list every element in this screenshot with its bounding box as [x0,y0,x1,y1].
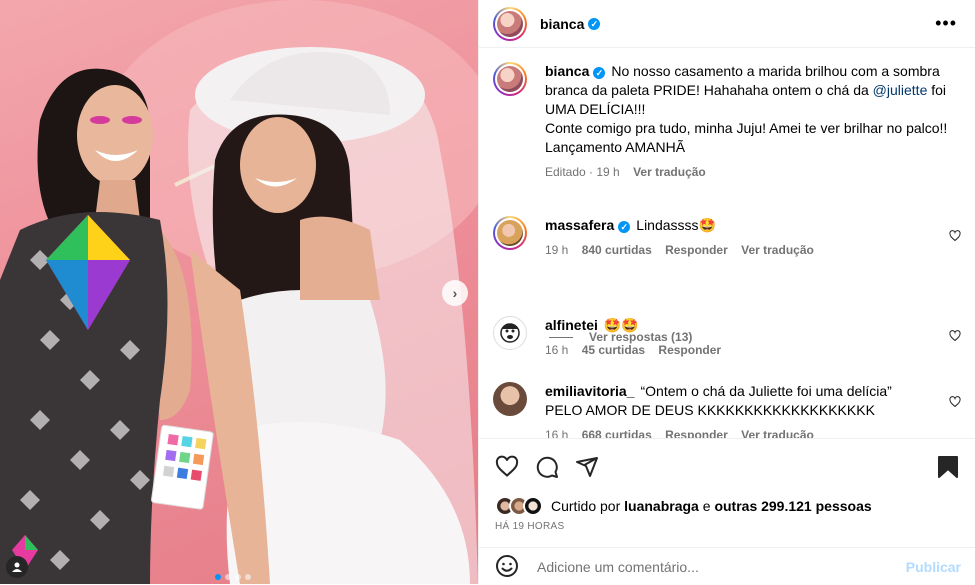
tagged-users-button[interactable] [6,556,28,578]
share-icon[interactable] [575,455,599,479]
reply-button[interactable]: Responder [665,428,728,438]
liked-by-user[interactable]: luanabraga [624,498,699,514]
caption-edited-time: Editado · 19 h [545,165,620,179]
caption-line-3: Lançamento AMANHÃ [545,139,686,155]
post-image[interactable]: › [0,0,478,584]
comment-likes[interactable]: 45 curtidas [582,343,645,357]
post-detail-panel: bianca ✓ ••• bianca ✓ No nosso casamento a… [478,0,975,584]
commenter-avatar[interactable] [493,382,527,416]
see-translation-link[interactable]: Ver tradução [633,165,706,179]
carousel-dot [245,574,251,580]
commenter-avatar[interactable] [493,216,527,250]
carousel-dot [215,574,221,580]
save-icon[interactable] [937,455,959,479]
more-options-icon[interactable]: ••• [935,14,957,32]
comment-likes[interactable]: 668 curtidas [582,428,652,438]
carousel-dot [225,574,231,580]
likes-summary: Curtido por luanabraga e outras 299.121 … [495,496,872,516]
liked-by-middle: e [698,498,715,514]
mention-link[interactable]: @juliette [873,82,928,98]
comments-section: bianca ✓ No nosso casamento a marida brilh… [479,48,975,438]
like-comment-icon[interactable] [949,396,961,408]
post-actions [479,438,975,499]
like-icon[interactable] [495,455,519,479]
comment-icon[interactable] [535,455,559,479]
post-header: bianca ✓ ••• [479,0,975,48]
caption-line-2: Conte comigo pra tudo, minha Juju! Amei … [545,120,948,136]
author-username[interactable]: bianca [540,16,584,32]
comment-time: 16 h [545,343,569,357]
comment-username[interactable]: emiliavitoria_ [545,383,635,399]
see-translation-link[interactable]: Ver tradução [741,428,814,438]
see-translation-link[interactable]: Ver tradução [741,243,814,257]
liker-avatar [523,496,543,516]
reply-button[interactable]: Responder [665,243,728,257]
verified-icon: ✓ [588,17,601,30]
comment-username[interactable]: massafera [545,217,614,233]
publish-button[interactable]: Publicar [906,559,961,575]
caption-username[interactable]: bianca [545,63,589,79]
like-comment-icon[interactable] [949,230,961,242]
verified-icon: ✓ [618,221,631,233]
reply-button[interactable]: Responder [658,343,721,357]
post-timestamp: HÁ 19 HORAS [495,521,565,532]
user-icon [12,562,22,572]
liked-by-prefix: Curtido por [551,498,625,514]
cartoon-face-icon [500,323,520,343]
verified-icon: ✓ [593,67,606,79]
comment-input[interactable] [535,557,899,576]
author-avatar[interactable] [493,6,527,41]
commenter-avatar[interactable] [493,316,527,350]
caption-avatar[interactable] [493,62,527,96]
comment-likes[interactable]: 840 curtidas [582,243,652,257]
post-photo-illustration [0,0,478,584]
comment-time: 19 h [545,243,569,257]
comment-time: 16 h [545,428,569,438]
emoji-icon[interactable] [495,554,519,578]
comment-username[interactable]: alfinetei [545,317,598,333]
carousel-indicators [215,574,251,580]
liked-by-others[interactable]: outras 299.121 pessoas [714,498,871,514]
comment-text: Lindassss🤩 [636,217,716,233]
add-comment-bar: Publicar [479,547,975,585]
comment-text: 🤩🤩 [603,317,639,333]
carousel-dot [235,574,241,580]
like-comment-icon[interactable] [949,330,961,342]
next-slide-button[interactable]: › [442,280,468,306]
